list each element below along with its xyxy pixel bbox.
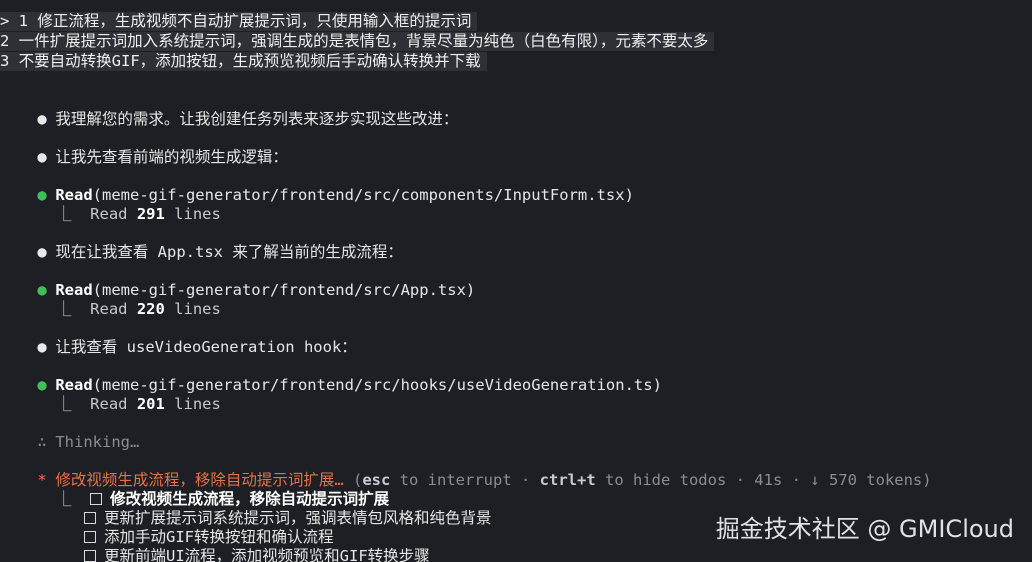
todo-item-4: 更新前端UI流程，添加视频预览和GIF转换步骤 (0, 528, 430, 562)
todo-item-2: 更新扩展提示词系统提示词，强调表情包风格和纯色背景 (0, 490, 492, 527)
thinking-indicator: ∴ Thinking… (0, 414, 139, 451)
watermark: 掘金技术社区 @ GMICloud (715, 515, 1014, 543)
assistant-message-2: ● 让我先查看前端的视频生成逻辑： (0, 129, 288, 166)
user-prompt: > 1 修正流程，生成视频不自动扩展提示词，只使用输入框的提示词 2 一件扩展提… (0, 12, 920, 72)
tool-call-read-1: ● Read(meme-gif-generator/frontend/src/co… (0, 167, 634, 204)
todo-item-3: 添加手动GIF转换按钮和确认流程 (0, 509, 334, 546)
status-line: * 修改视频生成流程，移除自动提示词扩展… (esc to interrupt ·… (0, 452, 931, 489)
todo-item-1: ⎿ 修改视频生成流程，移除自动提示词扩展 (0, 471, 389, 508)
thinking-text: Thinking… (55, 433, 140, 451)
bullet-icon: ● (37, 338, 47, 356)
esc-hint-text: to interrupt · (390, 471, 540, 489)
result-prefix: Read (90, 205, 137, 223)
tool-result-3: ⎿ Read 201 lines (0, 376, 221, 413)
ctrl-t-key-hint: ctrl+t (539, 471, 596, 489)
tool-result-1: ⎿ Read 291 lines (0, 186, 221, 223)
message-text: 现在让我查看 App.tsx 来了解当前的生成流程： (55, 243, 403, 261)
tree-branch-icon: ⎿ (37, 205, 91, 223)
result-count: 201 (136, 395, 165, 413)
prompt-line-3: 3 不要自动转换GIF，添加按钮，生成预览视频后手动确认转换并下载 (0, 52, 487, 71)
tool-call-read-3: ● Read(meme-gif-generator/frontend/src/ho… (0, 357, 662, 394)
terminal-window: > 1 修正流程，生成视频不自动扩展提示词，只使用输入框的提示词 2 一件扩展提… (0, 0, 1032, 562)
message-text: 让我先查看前端的视频生成逻辑： (55, 148, 288, 166)
prompt-line-2: 2 一件扩展提示词加入系统提示词，强调生成的是表情包，背景尽量为纯色（白色有限）… (0, 32, 715, 51)
thinking-icon: ∴ (37, 433, 47, 451)
ctrl-t-hint-text: to hide todos · 41s · ↓ 570 tokens) (595, 471, 932, 489)
result-prefix: Read (90, 395, 137, 413)
assistant-message-4: ● 让我查看 useVideoGeneration hook： (0, 319, 356, 356)
message-text: 让我查看 useVideoGeneration hook： (55, 338, 357, 356)
result-count: 220 (136, 300, 165, 318)
result-count: 291 (136, 205, 165, 223)
result-suffix: lines (164, 300, 221, 318)
result-suffix: lines (164, 205, 221, 223)
assistant-message-3: ● 现在让我查看 App.tsx 来了解当前的生成流程： (0, 224, 403, 261)
result-prefix: Read (90, 300, 137, 318)
bullet-icon: ● (37, 110, 47, 128)
result-suffix: lines (164, 395, 221, 413)
assistant-message-1: ● 我理解您的需求。让我创建任务列表来逐步实现这些改进： (0, 91, 458, 128)
todo-text: 更新前端UI流程，添加视频预览和GIF转换步骤 (104, 547, 430, 562)
tool-result-2: ⎿ Read 220 lines (0, 281, 221, 318)
message-text: 我理解您的需求。让我创建任务列表来逐步实现这些改进： (55, 110, 459, 128)
prompt-line-1: > 1 修正流程，生成视频不自动扩展提示词，只使用输入框的提示词 (0, 12, 478, 31)
bullet-icon: ● (37, 148, 47, 166)
tree-branch-icon: ⎿ (37, 300, 91, 318)
bullet-icon: ● (37, 243, 47, 261)
checkbox-icon (84, 550, 96, 562)
tree-branch-icon: ⎿ (37, 395, 91, 413)
tool-call-read-2: ● Read(meme-gif-generator/frontend/src/Ap… (0, 262, 475, 299)
